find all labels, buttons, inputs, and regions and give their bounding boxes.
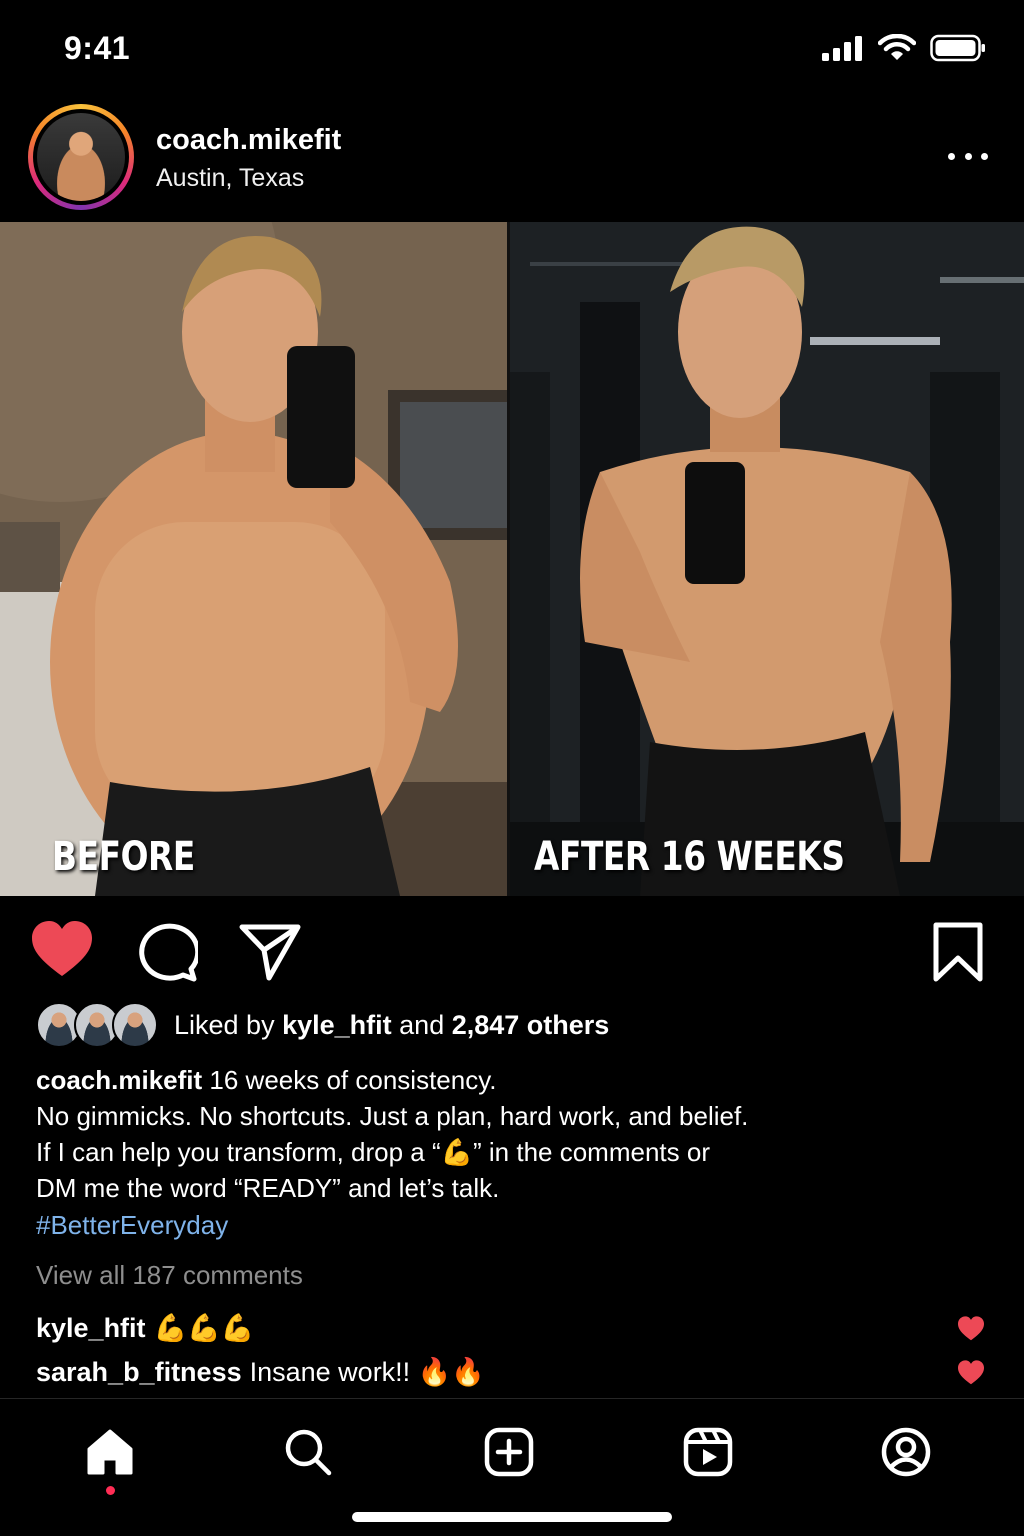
status-time: 9:41 — [64, 30, 131, 66]
caption-hashtag[interactable]: #BetterEveryday — [36, 1210, 228, 1241]
post-header: coach.mikefit Austin, Texas — [0, 100, 1024, 220]
likes-count[interactable]: 2,847 others — [452, 1010, 610, 1040]
view-all-comments-link[interactable]: View all 187 comments — [36, 1260, 303, 1291]
comment-like-heart-icon[interactable] — [956, 1316, 986, 1342]
photo-after[interactable]: AFTER 16 WEEKS — [510, 222, 1024, 896]
comment-row: sarah_b_fitness Insane work!! 🔥🔥 — [36, 1352, 986, 1392]
after-photo-image — [510, 222, 1024, 896]
bookmark-icon[interactable] — [930, 922, 986, 982]
status-bar: 9:41 — [0, 0, 1024, 100]
nav-divider — [0, 1398, 1024, 1399]
action-bar — [0, 910, 1024, 990]
heart-icon[interactable] — [30, 920, 94, 980]
before-photo-image — [0, 222, 507, 896]
post-caption: coach.mikefit 16 weeks of consistency. N… — [36, 1065, 749, 1203]
likes-row[interactable]: Liked by kyle_hfit and 2,847 others — [36, 1000, 609, 1050]
nav-create[interactable] — [481, 1424, 537, 1480]
comment-text: Insane work!! 🔥🔥 — [249, 1357, 485, 1387]
liker-avatar — [112, 1002, 158, 1048]
signal-icon — [822, 36, 862, 61]
likes-text: Liked by kyle_hfit and 2,847 others — [174, 1009, 610, 1040]
comment-row: kyle_hfit 💪💪💪 — [36, 1308, 986, 1348]
wifi-icon — [878, 34, 916, 60]
liked-by-user[interactable]: kyle_hfit — [282, 1010, 392, 1040]
before-label: BEFORE — [52, 834, 195, 880]
reels-icon — [683, 1427, 733, 1477]
nav-reels[interactable] — [680, 1424, 736, 1480]
nav-search[interactable] — [280, 1424, 336, 1480]
after-label: AFTER 16 WEEKS — [534, 834, 845, 880]
post-location[interactable]: Austin, Texas — [156, 164, 304, 193]
liker-avatars — [36, 1002, 158, 1048]
post-username[interactable]: coach.mikefit — [156, 124, 341, 157]
profile-icon — [881, 1427, 931, 1477]
comment-icon[interactable] — [134, 922, 198, 982]
share-icon[interactable] — [238, 922, 302, 982]
photo-before[interactable]: BEFORE — [0, 222, 507, 896]
nav-home-indicator-dot — [106, 1486, 115, 1495]
comment-text: 💪💪💪 — [153, 1313, 255, 1343]
caption-username[interactable]: coach.mikefit — [36, 1065, 202, 1095]
story-avatar[interactable] — [28, 104, 134, 210]
create-icon — [484, 1427, 534, 1477]
bottom-nav — [0, 1400, 1024, 1536]
home-icon — [87, 1429, 133, 1475]
comment-username[interactable]: sarah_b_fitness — [36, 1357, 242, 1388]
nav-home[interactable] — [82, 1424, 138, 1480]
more-options-button[interactable] — [948, 148, 988, 164]
nav-profile[interactable] — [878, 1424, 934, 1480]
more-icon — [948, 152, 955, 160]
status-icons — [822, 34, 986, 62]
avatar — [37, 113, 125, 201]
comment-like-heart-icon[interactable] — [956, 1360, 986, 1386]
search-icon — [285, 1429, 332, 1476]
battery-icon — [930, 34, 985, 62]
home-indicator — [352, 1512, 672, 1522]
comment-username[interactable]: kyle_hfit — [36, 1313, 146, 1344]
